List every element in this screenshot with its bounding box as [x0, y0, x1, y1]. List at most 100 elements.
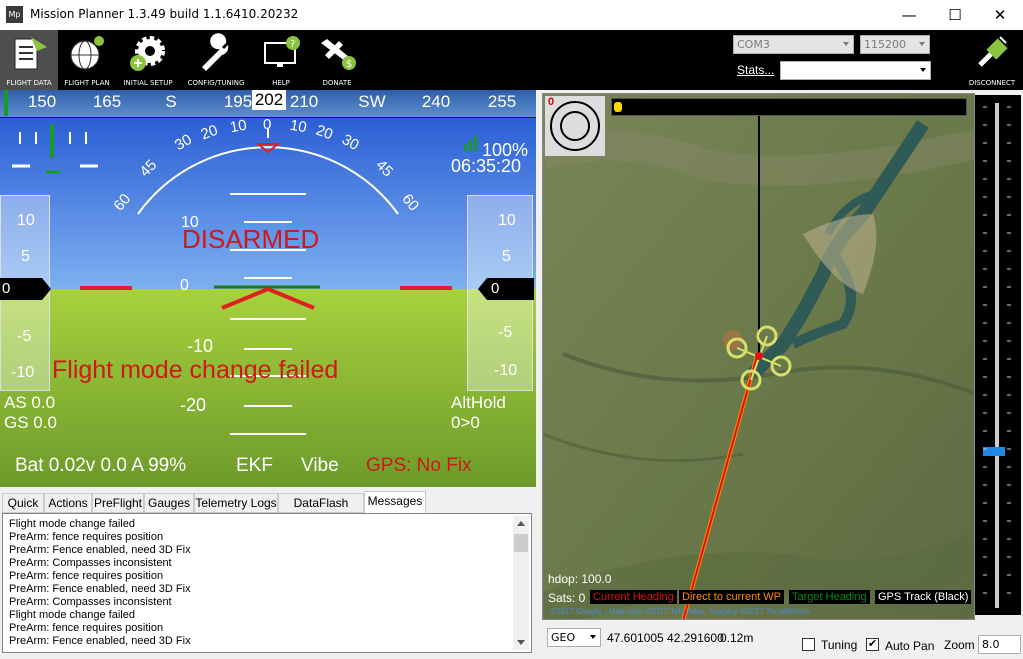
stats-link[interactable]: Stats...	[737, 63, 774, 77]
progress-bar	[611, 98, 967, 116]
heading-marker	[4, 90, 8, 116]
plug-icon	[978, 36, 1008, 67]
alt-tape-mark: 10	[498, 212, 516, 229]
tuning-checkbox[interactable]	[802, 638, 815, 651]
stats-select[interactable]	[780, 61, 931, 80]
legend-current-heading: Current Heading	[590, 590, 677, 604]
port-select[interactable]: COM3	[733, 35, 854, 54]
tab-actions[interactable]: Actions	[44, 493, 92, 513]
vibe-indicator[interactable]: Vibe	[301, 455, 339, 477]
message-line: PreArm: Fence enabled, need 3D Fix	[9, 544, 191, 556]
speed-pointer	[42, 278, 51, 300]
tab-telemetry-logs[interactable]: Telemetry Logs	[194, 493, 278, 513]
title-bar: Mp Mission Planner 1.3.49 build 1.1.6410…	[0, 0, 1023, 30]
battery-readout: Bat 0.02v 0.0 A 99%	[15, 455, 187, 476]
alt-tape-mark: -5	[498, 324, 513, 341]
baud-value: 115200	[864, 38, 906, 51]
heading-tick: 255	[487, 92, 517, 111]
message-line: PreArm: Fence enabled, need 3D Fix	[9, 583, 191, 595]
flight-data-button[interactable]: FLIGHT DATA	[0, 30, 58, 90]
app-icon: Mp	[6, 6, 23, 23]
coord-type-select[interactable]: GEO	[547, 628, 601, 647]
baud-select[interactable]: 115200	[860, 35, 930, 54]
svg-text:?: ?	[290, 39, 295, 50]
monitor-help-icon: ?	[264, 36, 300, 67]
legend-target-heading: Target Heading	[789, 590, 870, 604]
alert-message: Flight mode change failed	[52, 356, 339, 384]
zoom-input[interactable]: 8.0	[978, 635, 1021, 654]
maximize-button[interactable]: ☐	[932, 0, 978, 30]
autopan-label: Auto Pan	[885, 639, 935, 653]
pitch-mark: -20	[180, 395, 207, 415]
messages-scrollbar[interactable]	[513, 516, 529, 650]
armed-status: DISARMED	[182, 224, 320, 254]
chevron-down-icon	[590, 635, 596, 639]
distance: 0.12m	[720, 631, 754, 645]
plane-dollar-icon: $	[321, 39, 356, 70]
heading-tick: 240	[421, 92, 451, 111]
altitude-readout: 0	[487, 278, 534, 300]
hdop-readout: hdop: 100.0	[548, 572, 612, 586]
satellite-imagery	[543, 94, 974, 619]
flight-plan-label: FLIGHT PLAN	[64, 79, 110, 87]
messages-list[interactable]: Flight mode change failed PreArm: fence …	[2, 513, 532, 653]
alt-tape-mark: -10	[494, 362, 518, 379]
sats-readout: Sats: 0	[548, 591, 586, 605]
flight-data-label: FLIGHT DATA	[6, 79, 52, 87]
tab-quick[interactable]: Quick	[2, 493, 44, 513]
zoom-label: Zoom	[944, 638, 975, 652]
scroll-thumb[interactable]	[514, 534, 528, 552]
close-button[interactable]: ✕	[977, 0, 1023, 30]
map-copyright: ©2017 Google - Map data ©2017 Tele Atlas…	[550, 607, 810, 616]
message-line: PreArm: Fence enabled, need 3D Fix	[9, 635, 191, 647]
message-line: Flight mode change failed	[9, 518, 135, 530]
message-line: PreArm: fence requires position	[9, 622, 164, 634]
message-line: PreArm: Compasses inconsistent	[9, 557, 172, 569]
chevron-down-icon	[920, 68, 926, 72]
heading-tick: 150	[27, 92, 57, 111]
tab-gauges[interactable]: Gauges	[144, 493, 194, 513]
autopan-checkbox[interactable]: ✔	[866, 638, 879, 651]
svg-text:$: $	[346, 59, 352, 70]
tab-dataflash-logs[interactable]: DataFlash Logs	[278, 493, 364, 528]
zoom-slider[interactable]	[975, 95, 1021, 615]
zoom-ticks	[983, 106, 1011, 594]
speed-tape-mark: 10	[17, 212, 35, 229]
heading-tick: 195	[223, 92, 253, 111]
speed-tape-mark: -5	[17, 328, 32, 345]
flight-mode: AltHold	[451, 393, 506, 412]
tab-strip: Quick Actions PreFlight Gauges Telemetry…	[0, 491, 536, 528]
groundspeed-readout: GS 0.0	[4, 413, 57, 432]
heading-tick: SW	[358, 92, 386, 111]
scroll-down-icon[interactable]	[517, 640, 525, 645]
initial-setup-button[interactable]: INITIAL SETUP	[116, 30, 180, 90]
tab-preflight[interactable]: PreFlight	[92, 493, 144, 513]
heading-tick: 165	[92, 92, 122, 111]
tab-messages[interactable]: Messages	[364, 491, 426, 513]
message-line: PreArm: fence requires position	[9, 570, 164, 582]
map-panel: 0 hdop: 100.0 Sats: 0 Current Heading Di…	[540, 90, 1023, 623]
help-button[interactable]: ? HELP	[252, 30, 310, 90]
main-toolbar: FLIGHT DATA FLIGHT PLAN INITIAL SETUP CO…	[0, 30, 1023, 90]
config-tuning-button[interactable]: CONFIG/TUNING	[180, 30, 252, 90]
coordinates: 47.601005 42.291600	[607, 631, 724, 645]
ekf-indicator[interactable]: EKF	[236, 455, 273, 477]
speed-readout: 0	[0, 278, 42, 300]
window-title: Mission Planner 1.3.49 build 1.1.6410.20…	[30, 7, 299, 21]
flight-plan-button[interactable]: FLIGHT PLAN	[58, 30, 116, 90]
heading-tick: S	[165, 92, 177, 111]
globe-icon	[70, 36, 104, 70]
red-counter: 0	[548, 96, 555, 108]
disconnect-button[interactable]: DISCONNECT	[962, 30, 1022, 90]
map-status-bar: GEO 47.601005 42.291600 0.12m Tuning ✔ A…	[540, 623, 1023, 659]
progress-marker	[614, 102, 622, 112]
map-view[interactable]: 0 hdop: 100.0 Sats: 0 Current Heading Di…	[542, 93, 975, 620]
minimize-button[interactable]: —	[886, 0, 932, 30]
donate-button[interactable]: $ DONATE	[310, 30, 364, 90]
coord-type-value: GEO	[551, 631, 576, 644]
pitch-mark: 0	[180, 277, 189, 294]
port-value: COM3	[737, 38, 770, 51]
chevron-down-icon	[843, 42, 849, 46]
scroll-up-icon[interactable]	[517, 521, 525, 526]
airspeed-readout: AS 0.0	[4, 393, 56, 412]
